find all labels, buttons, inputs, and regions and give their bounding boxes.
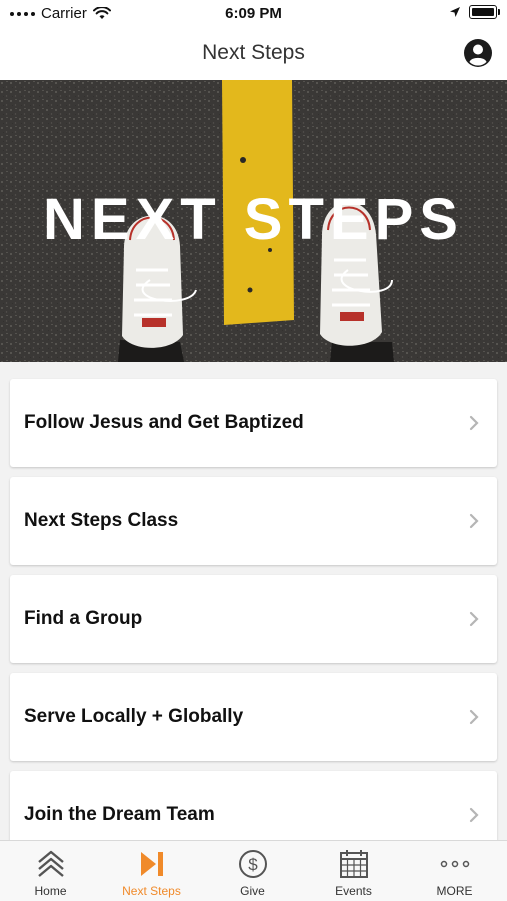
nav-bar: Next Steps xyxy=(0,26,507,81)
tab-events[interactable]: Events xyxy=(303,841,404,901)
tab-label: MORE xyxy=(436,884,473,898)
list-item-label: Join the Dream Team xyxy=(24,804,215,825)
tab-give[interactable]: $ Give xyxy=(202,841,303,901)
chevron-right-icon xyxy=(469,709,479,725)
tab-home[interactable]: Home xyxy=(0,841,101,901)
tab-label: Give xyxy=(240,884,265,898)
next-steps-list: Follow Jesus and Get Baptized Next Steps… xyxy=(0,362,507,840)
tab-label: Next Steps xyxy=(122,884,181,898)
status-time: 6:09 PM xyxy=(225,5,282,22)
hero-banner: NEXT STEPS xyxy=(0,80,507,362)
list-item-next-steps-class[interactable]: Next Steps Class xyxy=(10,477,497,565)
list-item-find-a-group[interactable]: Find a Group xyxy=(10,575,497,663)
location-arrow-icon xyxy=(450,7,460,17)
battery-icon xyxy=(469,5,500,19)
tab-label: Events xyxy=(335,884,372,898)
svg-text:$: $ xyxy=(248,855,258,874)
calendar-icon xyxy=(340,850,368,878)
page-title: Next Steps xyxy=(202,41,305,64)
list-item-label: Serve Locally + Globally xyxy=(24,706,244,727)
chevron-right-icon xyxy=(469,611,479,627)
list-item-dream-team[interactable]: Join the Dream Team xyxy=(10,771,497,840)
list-item-serve[interactable]: Serve Locally + Globally xyxy=(10,673,497,761)
list-item-follow-jesus[interactable]: Follow Jesus and Get Baptized xyxy=(10,379,497,467)
tab-label: Home xyxy=(34,884,67,898)
chevron-right-icon xyxy=(469,513,479,529)
tab-more[interactable]: MORE xyxy=(404,841,505,901)
status-bar: Carrier 6:09 PM xyxy=(0,0,507,26)
chevron-right-icon xyxy=(469,807,479,823)
list-item-label: Next Steps Class xyxy=(24,510,179,531)
profile-icon[interactable] xyxy=(463,38,493,68)
hero-title: NEXT STEPS xyxy=(43,187,464,252)
tab-bar: Home Next Steps $ Give Events MORE xyxy=(0,840,507,901)
status-right xyxy=(449,5,500,19)
more-dots-icon xyxy=(440,860,470,868)
tab-next-steps[interactable]: Next Steps xyxy=(101,841,202,901)
list-item-label: Find a Group xyxy=(24,608,143,629)
dollar-icon: $ xyxy=(239,850,267,878)
list-item-label: Follow Jesus and Get Baptized xyxy=(24,412,304,433)
next-steps-icon xyxy=(141,852,163,876)
home-chevrons-icon xyxy=(38,850,64,877)
chevron-right-icon xyxy=(469,415,479,431)
